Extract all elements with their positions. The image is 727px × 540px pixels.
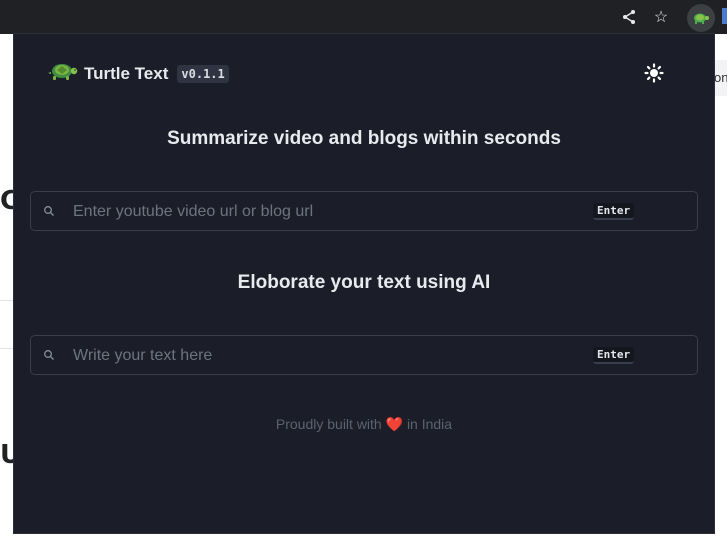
version-badge: v0.1.1 [177,64,229,83]
share-icon[interactable] [618,6,640,28]
search-icon [44,350,54,360]
url-search-field: Enter [30,191,698,232]
extension-popup: Turtle Text v0.1.1 Summarize video and b… [14,34,714,533]
brand: Turtle Text v0.1.1 [48,60,229,87]
sun-icon [644,63,664,83]
url-input[interactable] [71,192,575,232]
text-search-field: Enter [30,335,698,376]
summarize-heading: Summarize video and blogs within seconds [167,128,561,149]
toolbar-edge [722,8,727,24]
footer: Proudly built with ❤️ in India [14,416,714,433]
theme-toggle-button[interactable] [644,63,664,83]
enter-key-hint[interactable]: Enter [593,347,635,364]
extension-turtle-icon[interactable] [687,4,715,32]
enter-key-hint[interactable]: Enter [593,203,635,220]
footer-text-after: in India [406,416,453,432]
elaborate-heading: Eloborate your text using AI [237,272,491,293]
background-divider [0,300,14,301]
text-input[interactable] [71,336,575,376]
footer-text-before: Proudly built with [275,416,382,432]
heart-icon: ❤️ [385,417,404,433]
background-divider [0,348,14,349]
search-icon [44,206,54,216]
browser-toolbar: ☆ [0,0,727,34]
turtle-icon [48,60,78,87]
background-text: on [714,60,727,96]
app-name: Turtle Text [84,63,169,83]
star-icon[interactable]: ☆ [650,6,672,28]
